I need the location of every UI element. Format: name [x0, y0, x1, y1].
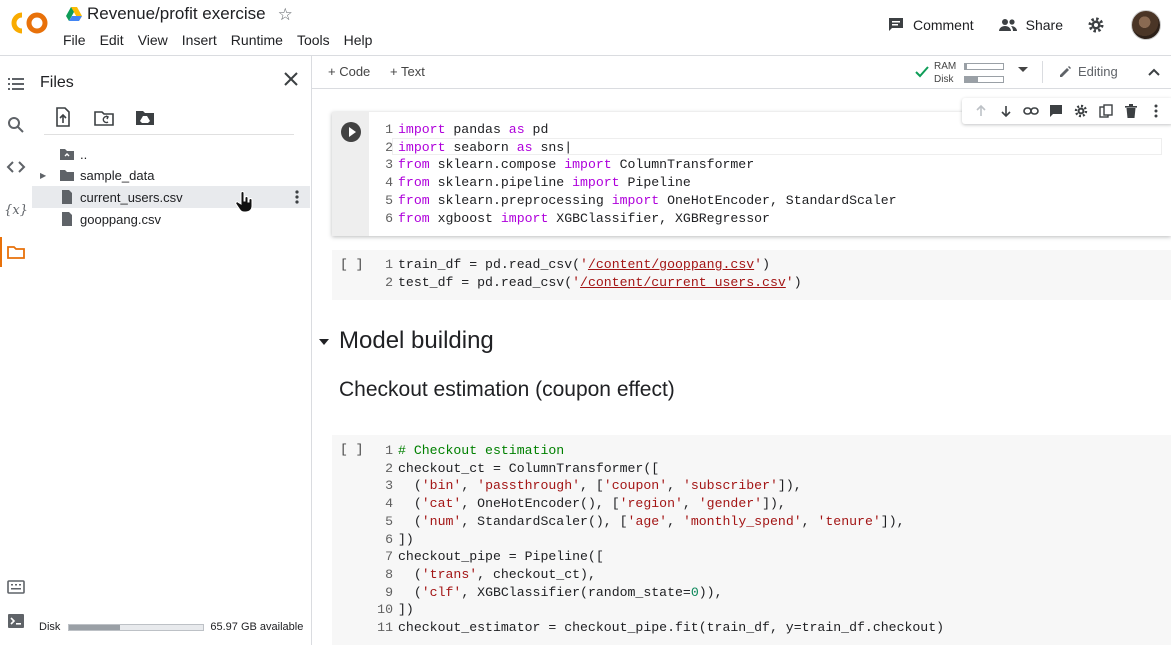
code-editor[interactable]: 1 import pandas as pd 2 import seaborn as … [369, 121, 897, 227]
tree-item-label: .. [80, 146, 88, 162]
gear-icon[interactable] [1068, 102, 1093, 120]
tree-item-label: sample_data [80, 167, 155, 183]
search-icon[interactable] [6, 115, 26, 135]
execution-count[interactable]: [ ] [340, 257, 363, 272]
menu-view[interactable]: View [138, 31, 168, 49]
variables-icon[interactable]: {x} [4, 200, 28, 220]
refresh-folder-icon[interactable] [93, 106, 115, 128]
close-icon[interactable] [280, 68, 302, 90]
divider [44, 134, 294, 135]
tree-item-sample-data[interactable]: ▶ sample_data [32, 164, 310, 186]
command-palette-icon[interactable] [6, 577, 26, 597]
code-cell-checkout-estimation[interactable]: [ ] 1 # Checkout estimation 2 checkout_ct … [332, 435, 1171, 645]
pencil-icon [1060, 65, 1071, 77]
cell-toolbar [962, 98, 1171, 124]
disk-label: Disk [39, 621, 61, 633]
folder-icon [60, 170, 74, 181]
menu-runtime[interactable]: Runtime [231, 31, 283, 49]
notebook-toolbar: + Code + Text RAM Disk Editing [312, 56, 1171, 89]
add-text-button[interactable]: + Text [390, 64, 425, 79]
chevron-up-icon[interactable] [1146, 64, 1162, 80]
code-snippets-icon[interactable] [6, 157, 26, 177]
folder-up-icon [60, 149, 74, 160]
disk-usage: Disk 65.97 GB available [39, 621, 303, 633]
comment-icon [888, 18, 903, 31]
code-editor[interactable]: 1 # Checkout estimation 2 checkout_ct = Co… [369, 442, 944, 637]
table-of-contents-icon[interactable] [6, 74, 26, 94]
menu-tools[interactable]: Tools [297, 31, 330, 49]
left-rail: {x} [0, 56, 32, 645]
files-panel-title: Files [40, 74, 74, 91]
move-up-icon[interactable] [968, 102, 993, 120]
subsection-heading: Checkout estimation (coupon effect) [339, 378, 675, 401]
people-icon [998, 19, 1017, 31]
hand-cursor-icon [235, 191, 253, 213]
execution-count[interactable]: [ ] [340, 442, 363, 457]
code-cell-imports[interactable]: 1 import pandas as pd 2 import seaborn as … [332, 98, 1171, 236]
resources-indicator[interactable]: RAM Disk [914, 59, 1028, 85]
chevron-down-icon[interactable] [1018, 67, 1028, 72]
comment-button[interactable]: Comment [887, 16, 974, 34]
settings-button[interactable] [1087, 16, 1113, 34]
disk-usage-bar [68, 623, 205, 631]
file-icon [62, 212, 72, 226]
disk-label: Disk [934, 74, 954, 85]
share-label: Share [1025, 17, 1063, 33]
add-code-button[interactable]: + Code [328, 64, 370, 79]
more-options-icon[interactable] [294, 189, 300, 205]
comment-label: Comment [912, 17, 974, 33]
tree-item-parent[interactable]: .. [32, 143, 310, 165]
folder-icon[interactable] [6, 242, 26, 262]
upload-file-icon[interactable] [52, 106, 74, 128]
colab-logo[interactable] [10, 9, 50, 37]
star-icon[interactable]: ☆ [278, 6, 293, 23]
disk-available-text: 65.97 GB available [210, 621, 304, 633]
tree-item-current-users[interactable]: current_users.csv [32, 186, 310, 208]
google-drive-icon [66, 7, 82, 21]
more-options-icon[interactable] [1143, 102, 1168, 120]
comment-icon[interactable] [1043, 102, 1068, 120]
menu-insert[interactable]: Insert [182, 31, 217, 49]
gear-icon [1088, 17, 1104, 33]
ram-usage-bar [964, 63, 1004, 70]
mount-drive-icon[interactable] [134, 106, 156, 128]
tree-item-label: gooppang.csv [80, 211, 161, 227]
menu-bar: File Edit View Insert Runtime Tools Help [63, 31, 386, 49]
editing-mode-button[interactable]: Editing [1058, 64, 1118, 79]
menu-edit[interactable]: Edit [100, 31, 124, 49]
menu-help[interactable]: Help [344, 31, 373, 49]
run-cell-button[interactable] [341, 122, 361, 142]
tree-item-label: current_users.csv [80, 189, 183, 205]
editing-label: Editing [1078, 64, 1118, 79]
user-avatar[interactable] [1131, 10, 1161, 40]
divider [1042, 61, 1043, 83]
files-panel: Files .. ▶ sample_data current_users.csv… [32, 56, 312, 645]
delete-icon[interactable] [1118, 102, 1143, 120]
code-cell-load-data[interactable]: [ ] 1 train_df = pd.read_csv('/content/go… [332, 250, 1171, 300]
mirror-cell-icon[interactable] [1093, 102, 1118, 120]
menu-file[interactable]: File [63, 31, 86, 49]
terminal-icon[interactable] [6, 611, 26, 631]
share-button[interactable]: Share [998, 17, 1063, 33]
tree-item-gooppang[interactable]: gooppang.csv [32, 208, 310, 230]
section-heading: Model building [339, 327, 494, 354]
ram-label: RAM [934, 61, 957, 72]
check-icon [915, 66, 929, 78]
notebook-body: 1 import pandas as pd 2 import seaborn as … [312, 90, 1171, 645]
app-header: Revenue/profit exercise ☆ File Edit View… [0, 0, 1171, 56]
notebook-title[interactable]: Revenue/profit exercise [87, 4, 266, 24]
expand-caret-icon[interactable]: ▶ [40, 171, 48, 180]
file-icon [62, 190, 72, 204]
move-down-icon[interactable] [993, 102, 1018, 120]
code-editor[interactable]: 1 train_df = pd.read_csv('/content/gooppa… [369, 256, 802, 291]
active-indicator [0, 237, 2, 267]
disk-usage-bar [964, 76, 1004, 83]
collapse-section-icon[interactable] [319, 339, 329, 345]
link-icon[interactable] [1018, 102, 1043, 120]
